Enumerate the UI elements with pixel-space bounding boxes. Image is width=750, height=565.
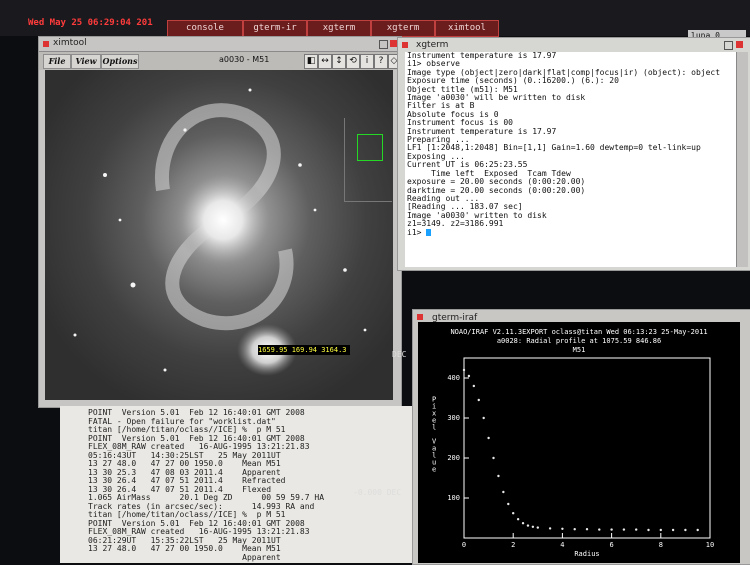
x-tick-label: 6 xyxy=(609,541,613,549)
minimize-icon[interactable] xyxy=(724,41,733,50)
profile-point xyxy=(659,528,662,532)
window-menu-icon[interactable] xyxy=(402,42,408,48)
data-points xyxy=(462,368,699,532)
profile-point xyxy=(671,528,675,532)
profile-point xyxy=(573,528,576,531)
panner-box[interactable] xyxy=(357,134,383,161)
minimize-icon[interactable] xyxy=(379,40,388,49)
profile-point xyxy=(487,436,490,440)
profile-point xyxy=(497,474,500,478)
profile-point xyxy=(647,528,650,532)
info-icon[interactable]: i xyxy=(360,54,374,69)
view-menu[interactable]: View xyxy=(71,54,101,69)
window-menu-icon[interactable] xyxy=(43,41,49,47)
plot-header-2: a0028: Radial profile at 1075.59 846.86 xyxy=(497,337,661,345)
point-terminal-line: Apparent xyxy=(88,552,281,562)
profile-point xyxy=(635,528,638,531)
panel-icon[interactable]: ◧ xyxy=(304,54,318,69)
y-tick-label: 100 xyxy=(447,494,460,502)
dec-label: DEC xyxy=(392,350,407,359)
profile-point xyxy=(531,525,535,528)
profile-point xyxy=(598,528,601,531)
profile-point xyxy=(521,522,525,525)
x-tick-label: 4 xyxy=(560,541,564,549)
frame-name: a0030 - M51 xyxy=(219,55,270,64)
profile-point xyxy=(696,528,699,532)
task-button-gterm-ir[interactable]: gterm-ir xyxy=(243,20,307,37)
point-terminal-output[interactable]: POINT Version 5.01 Feb 12 16:40:01 GMT 2… xyxy=(88,409,406,563)
profile-point xyxy=(585,528,589,531)
xgterm-prompt[interactable]: i1> xyxy=(407,228,742,237)
profile-point xyxy=(467,374,471,378)
ximtool-title: ximtool xyxy=(53,38,87,48)
dec-value: -0.000 DEC xyxy=(353,488,402,497)
profile-point xyxy=(482,416,485,420)
profile-point xyxy=(561,527,564,530)
close-icon[interactable] xyxy=(736,41,743,48)
y-tick-label: 200 xyxy=(447,454,460,462)
profile-point xyxy=(536,526,539,529)
xgterm-title: xgterm xyxy=(416,40,449,50)
y-axis-label-char: e xyxy=(432,466,436,474)
x-tick-label: 2 xyxy=(511,541,515,549)
clock-text: Wed May 25 06:29:04 201 xyxy=(28,18,153,28)
y-tick-label: 400 xyxy=(447,374,460,382)
profile-point xyxy=(512,512,515,515)
radial-profile-chart: NOAO/IRAF V2.11.3EXPORT oclass@titan Wed… xyxy=(432,328,714,558)
rotate-icon[interactable]: ⟲ xyxy=(346,54,360,69)
xgterm-scrollbar[interactable] xyxy=(736,52,748,267)
x-axis-label: Radius xyxy=(574,550,599,558)
flip-x-icon[interactable]: ↔ xyxy=(318,54,332,69)
profile-point xyxy=(548,527,552,530)
profile-point xyxy=(492,456,495,460)
xgterm-output[interactable]: Instrument temperature is 17.97 i1> obser… xyxy=(405,52,742,267)
profile-point xyxy=(516,518,520,521)
task-button-console[interactable]: console xyxy=(167,20,243,37)
task-button-xgterm-2[interactable]: xgterm xyxy=(371,20,435,37)
profile-point xyxy=(477,398,480,402)
plot-frame xyxy=(463,357,711,539)
y-axis-label: Pixel Value xyxy=(432,396,437,474)
window-menu-icon[interactable] xyxy=(417,314,423,320)
flip-y-icon[interactable]: ↕ xyxy=(332,54,346,69)
options-menu[interactable]: Options xyxy=(101,54,139,69)
y-tick-label: 300 xyxy=(447,414,460,422)
task-button-ximtool[interactable]: ximtool xyxy=(435,20,499,37)
radial-profile-plot[interactable]: NOAO/IRAF V2.11.3EXPORT oclass@titan Wed… xyxy=(418,322,740,563)
y-ticks: 100 200 300 400 xyxy=(447,374,469,502)
profile-point xyxy=(472,384,476,388)
close-icon[interactable] xyxy=(390,40,397,47)
help-icon[interactable]: ? xyxy=(374,54,388,69)
x-ticks: 0 2 4 6 8 10 xyxy=(462,533,714,549)
profile-point xyxy=(507,502,510,506)
profile-point xyxy=(502,490,505,494)
x-tick-label: 0 xyxy=(462,541,466,549)
x-tick-label: 10 xyxy=(706,541,714,549)
profile-point xyxy=(622,528,626,531)
x-tick-label: 8 xyxy=(659,541,663,549)
ximtool-titlebar[interactable]: ximtool xyxy=(39,37,401,52)
plot-header-1: NOAO/IRAF V2.11.3EXPORT oclass@titan Wed… xyxy=(450,328,707,336)
task-button-xgterm-1[interactable]: xgterm xyxy=(307,20,371,37)
profile-point xyxy=(684,528,687,532)
xgterm-line: z1=3149. z2=3186.991 xyxy=(407,219,504,229)
file-menu[interactable]: File xyxy=(43,54,71,69)
text-cursor xyxy=(426,228,432,236)
profile-point xyxy=(610,528,613,531)
plot-header-3: M51 xyxy=(573,346,586,354)
profile-point xyxy=(462,368,466,372)
profile-point xyxy=(526,524,530,527)
wcs-readout: 1659.95 169.94 3164.3 xyxy=(258,345,350,355)
